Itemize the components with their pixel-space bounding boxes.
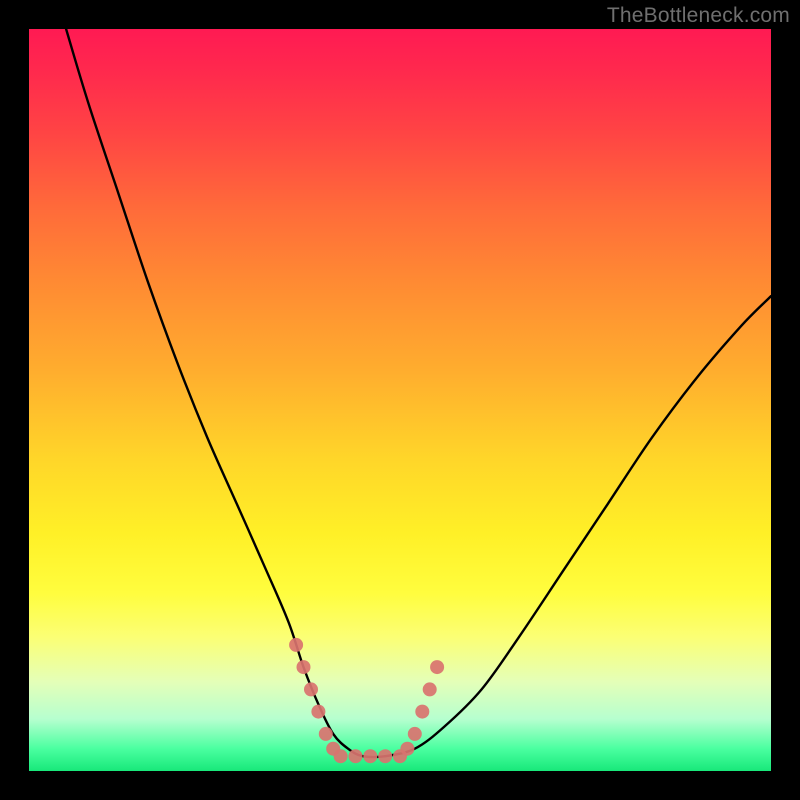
highlight-marker (289, 638, 303, 652)
curve-layer (29, 29, 771, 771)
highlight-marker (334, 749, 348, 763)
highlight-marker (400, 742, 414, 756)
highlight-marker (297, 660, 311, 674)
chart-frame: TheBottleneck.com (0, 0, 800, 800)
highlight-marker (430, 660, 444, 674)
highlight-marker (415, 705, 429, 719)
highlight-marker (311, 705, 325, 719)
watermark-text: TheBottleneck.com (607, 4, 790, 28)
highlight-marker (423, 682, 437, 696)
highlight-marker (349, 749, 363, 763)
highlight-marker (363, 749, 377, 763)
plot-area (29, 29, 771, 771)
highlight-marker (408, 727, 422, 741)
highlight-marker (378, 749, 392, 763)
highlight-marker (319, 727, 333, 741)
bottleneck-curve (66, 29, 771, 757)
highlight-marker (304, 682, 318, 696)
